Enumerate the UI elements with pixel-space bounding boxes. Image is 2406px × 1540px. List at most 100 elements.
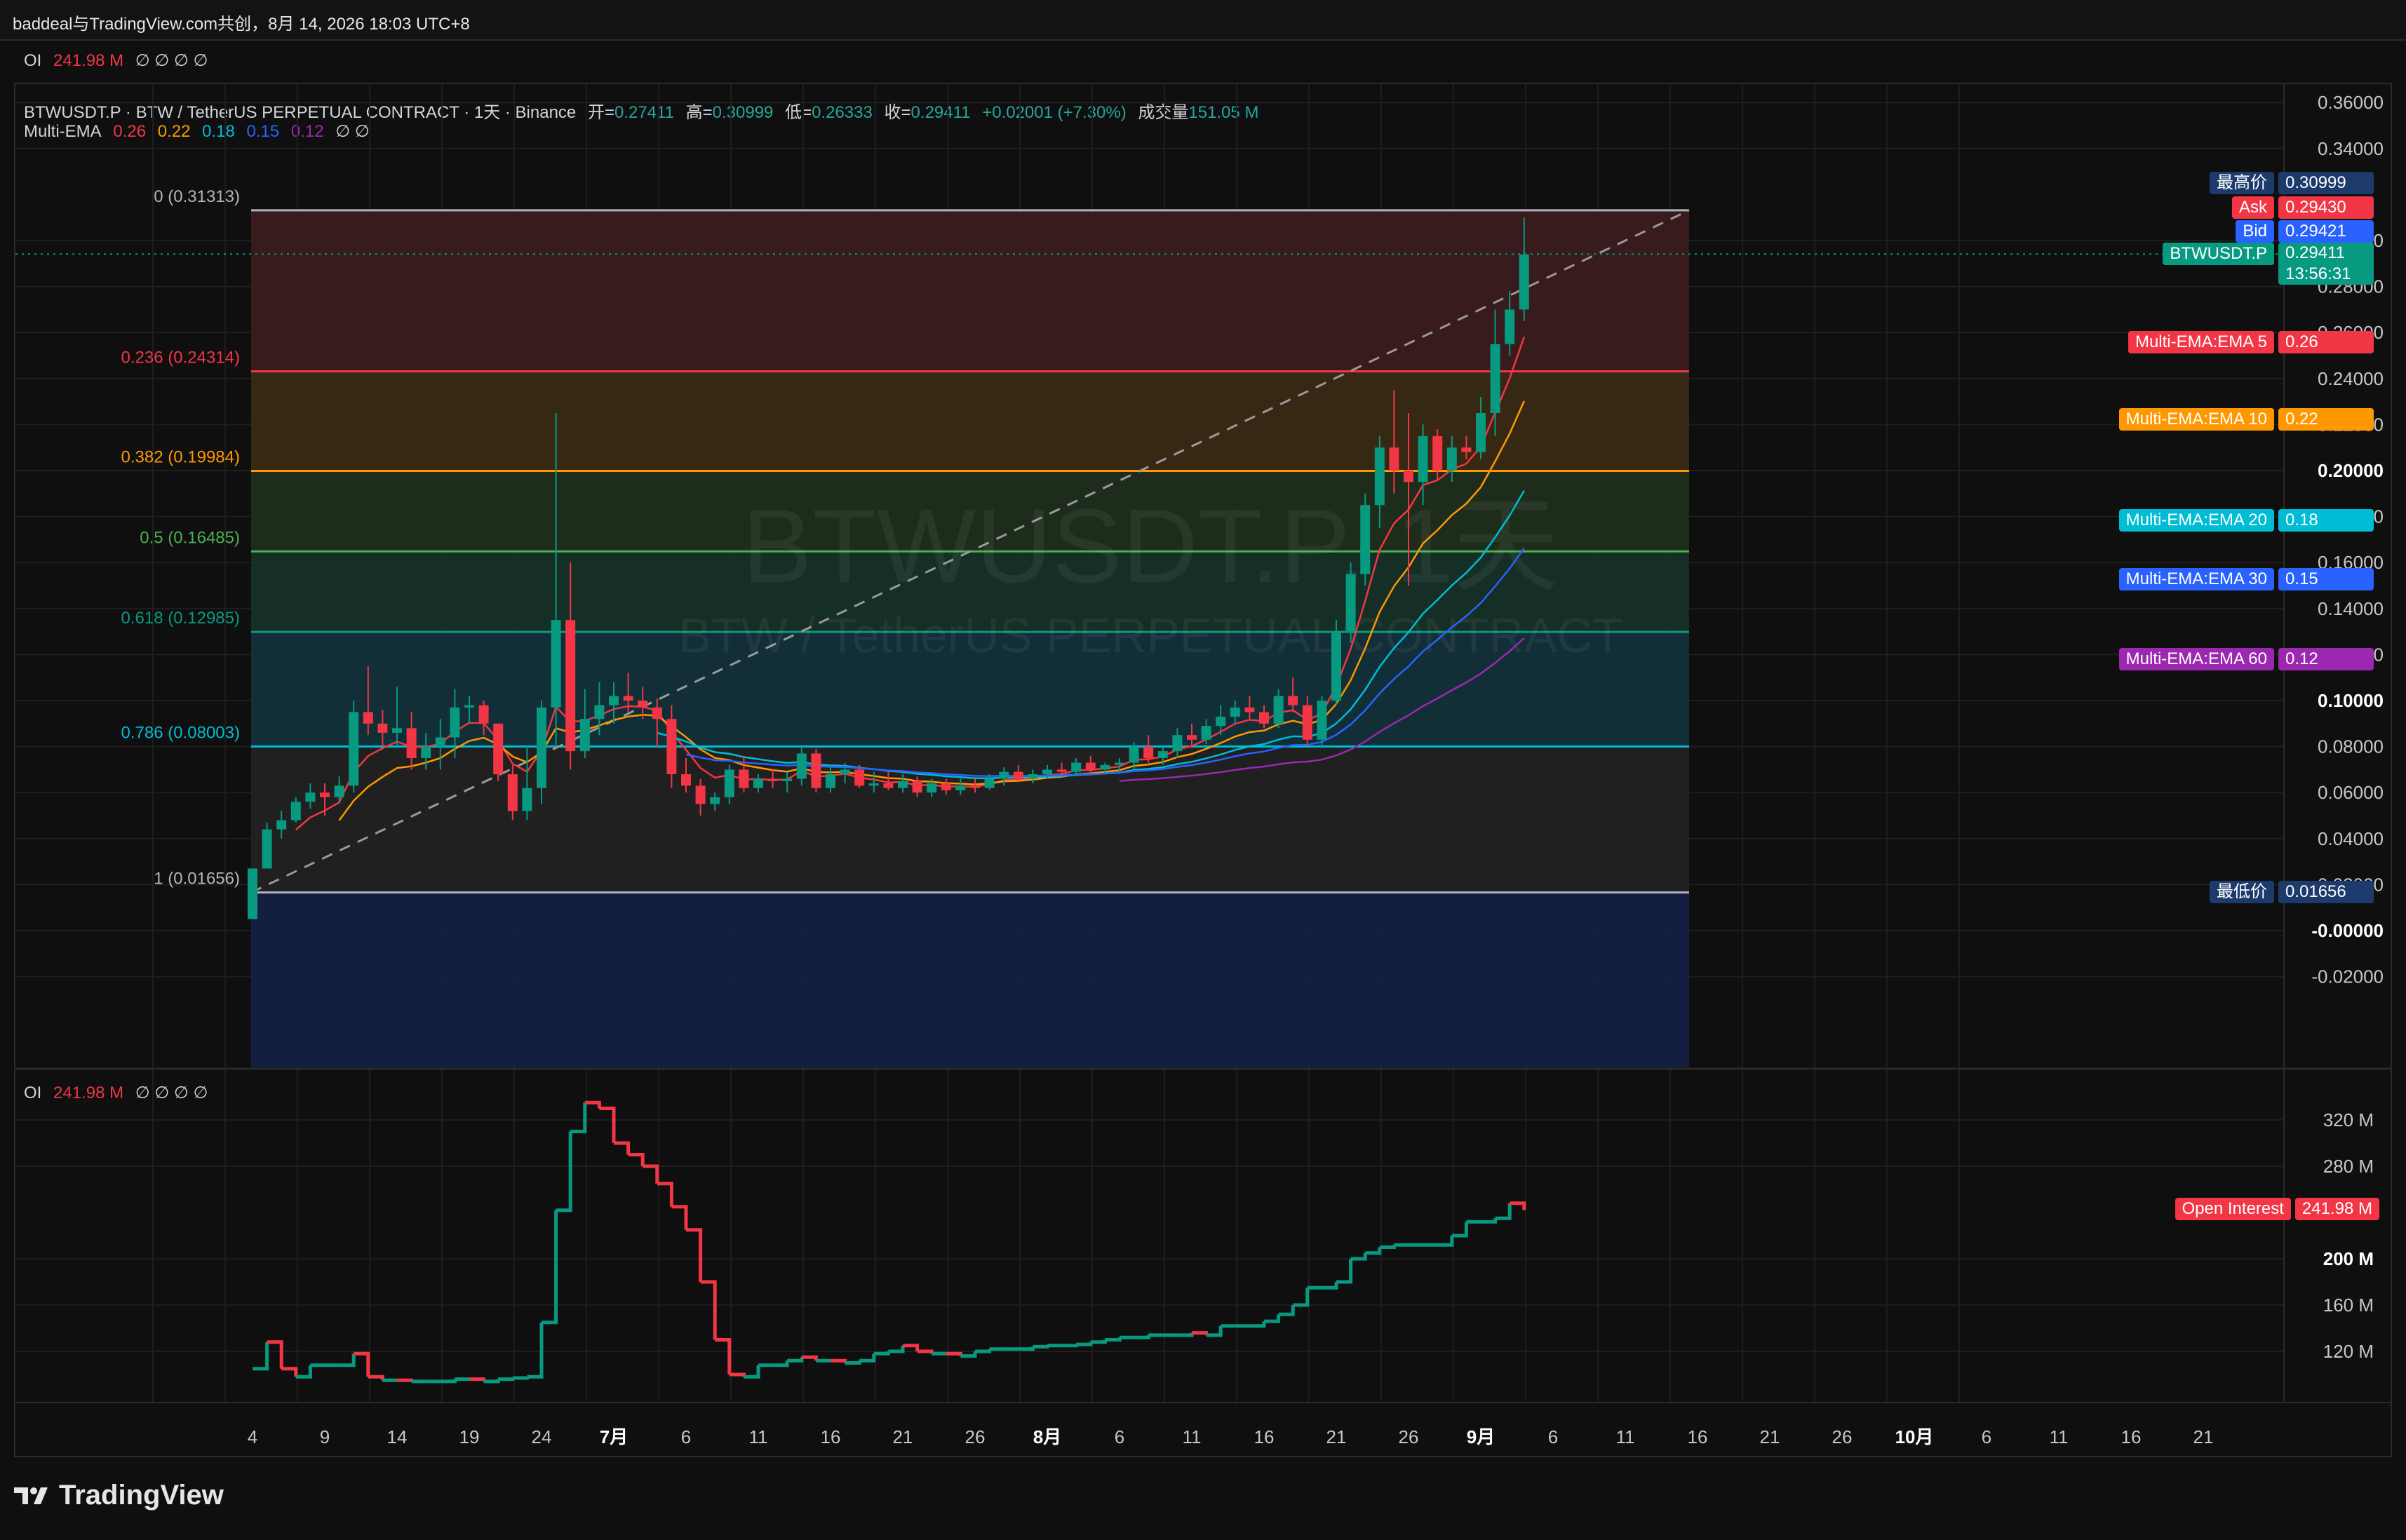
candle-body [811, 753, 821, 788]
price-tick-label: 0.08000 [2318, 736, 2384, 757]
candle-body [753, 778, 763, 788]
price-tag[interactable]: BTWUSDT.P 0.29411 13:56:31 [2163, 243, 2374, 285]
oi-step [1495, 1203, 1512, 1220]
price-tag-label: BTWUSDT.P [2163, 243, 2274, 265]
oi-step [1437, 1236, 1454, 1247]
price-tag[interactable]: Multi-EMA:EMA 10 0.22 [2118, 408, 2374, 431]
candle-body [1100, 764, 1110, 770]
time-tick-label: 26 [965, 1426, 986, 1447]
time-tick-label: 7月 [600, 1426, 628, 1447]
time-tick-label: 16 [1254, 1426, 1275, 1447]
time-tick-label: 21 [1326, 1426, 1347, 1447]
oi-tag-label: Open Interest [2175, 1198, 2291, 1220]
candle-body [435, 737, 445, 747]
candle-body [1157, 751, 1168, 758]
candle-body [1446, 447, 1457, 471]
price-tag-value: 0.30999 [2278, 172, 2374, 194]
oi-tick-label: 200 M [2323, 1248, 2374, 1269]
time-tick-label: 16 [821, 1426, 841, 1447]
price-tag-value: 0.18 [2278, 509, 2374, 532]
price-tick-label: 0.24000 [2318, 368, 2384, 389]
time-tick-label: 6 [681, 1426, 691, 1447]
oi-step [339, 1353, 356, 1367]
oi-step [628, 1153, 645, 1166]
oi-step [1350, 1252, 1367, 1261]
candle-body [579, 719, 590, 752]
price-tick-label: 0.04000 [2318, 828, 2384, 849]
price-tag[interactable]: Multi-EMA:EMA 60 0.12 [2118, 648, 2374, 670]
candle-body [1476, 413, 1486, 452]
price-tag[interactable]: Bid 0.29421 [2236, 220, 2374, 243]
candle-body [840, 769, 850, 774]
candle-body [363, 712, 373, 724]
oi-step [1134, 1335, 1150, 1339]
price-tick-label: -0.00000 [2311, 920, 2384, 941]
oi-step [1278, 1305, 1295, 1316]
candle-body [1085, 762, 1096, 770]
time-tick-label: 24 [532, 1426, 552, 1447]
candle-body [334, 785, 344, 797]
oi-tick-label: 280 M [2323, 1156, 2374, 1177]
watermark-name: BTW / TetherUS PERPETUAL CONTRACT [678, 608, 1622, 663]
oi-step [397, 1378, 414, 1382]
price-tag-label: Multi-EMA:EMA 5 [2128, 331, 2274, 353]
oi-step [1061, 1344, 1078, 1348]
time-tick-label: 11 [749, 1426, 768, 1447]
time-tick-label: 6 [1548, 1426, 1558, 1447]
candle-body [551, 620, 561, 708]
price-tag-label: Multi-EMA:EMA 30 [2118, 568, 2274, 590]
candle-body [984, 778, 995, 788]
candle-body [1201, 726, 1211, 740]
candle-body [522, 788, 532, 811]
oi-step [1105, 1337, 1122, 1342]
price-tag[interactable]: 最高价 0.30999 [2210, 172, 2374, 194]
candle-body [320, 792, 330, 797]
candle-body [248, 868, 257, 919]
time-tick-label: 21 [2193, 1426, 2214, 1447]
price-tag[interactable]: Multi-EMA:EMA 30 0.15 [2118, 568, 2374, 590]
oi-step [570, 1102, 587, 1133]
time-tick-label: 4 [248, 1426, 257, 1447]
price-chart[interactable]: 0 (0.31313) 0.236 (0.24314) 0.382 (0.19984… [0, 0, 2406, 1540]
candle-body [912, 781, 922, 793]
watermark-symbol: BTWUSDT.P, 1天 [742, 487, 1559, 604]
time-tick-label: 11 [1616, 1426, 1635, 1447]
fib-label: 0.618 (0.12985) [121, 609, 240, 628]
candle-body [1461, 447, 1472, 452]
time-tick-label: 26 [1399, 1426, 1419, 1447]
price-tag[interactable]: Multi-EMA:EMA 20 0.18 [2118, 509, 2374, 532]
candle-body [507, 774, 518, 811]
oi-step [1264, 1314, 1281, 1323]
oi-step [354, 1351, 370, 1377]
fib-zone [251, 892, 1689, 1067]
candle-body [883, 783, 894, 788]
candle-body [638, 701, 648, 708]
oi-tag-value: 241.98 M [2294, 1198, 2379, 1220]
oi-tag[interactable]: Open Interest 241.98 M [2175, 1198, 2379, 1220]
candle-body [898, 781, 908, 788]
price-tag[interactable]: Ask 0.29430 [2231, 196, 2374, 219]
candle-body [1056, 769, 1067, 772]
candle-body [666, 719, 677, 774]
candle-body [652, 707, 662, 720]
oi-step [1177, 1332, 1194, 1337]
price-tag-value: 0.01656 [2278, 881, 2374, 903]
candle-body [854, 769, 865, 786]
fib-label: 0.382 (0.19984) [121, 448, 240, 467]
oi-step [831, 1358, 847, 1363]
tradingview-logo[interactable]: TradingView [14, 1480, 224, 1511]
candle-body [290, 802, 301, 820]
price-tick-label: 0.20000 [2318, 460, 2384, 481]
time-tick-label: 16 [1688, 1426, 1708, 1447]
time-tick-label: 21 [893, 1426, 913, 1447]
candle-body [623, 696, 633, 701]
price-tick-label: 0.34000 [2318, 138, 2384, 159]
candle-body [796, 753, 807, 779]
oi-step [483, 1379, 500, 1384]
fib-label: 1 (0.01656) [154, 870, 240, 889]
time-tick-label: 11 [1183, 1426, 1202, 1447]
candle-body [421, 746, 431, 758]
price-tag[interactable]: Multi-EMA:EMA 5 0.26 [2128, 331, 2374, 353]
oi-step [1033, 1344, 1049, 1349]
price-tag[interactable]: 最低价 0.01656 [2210, 881, 2374, 903]
